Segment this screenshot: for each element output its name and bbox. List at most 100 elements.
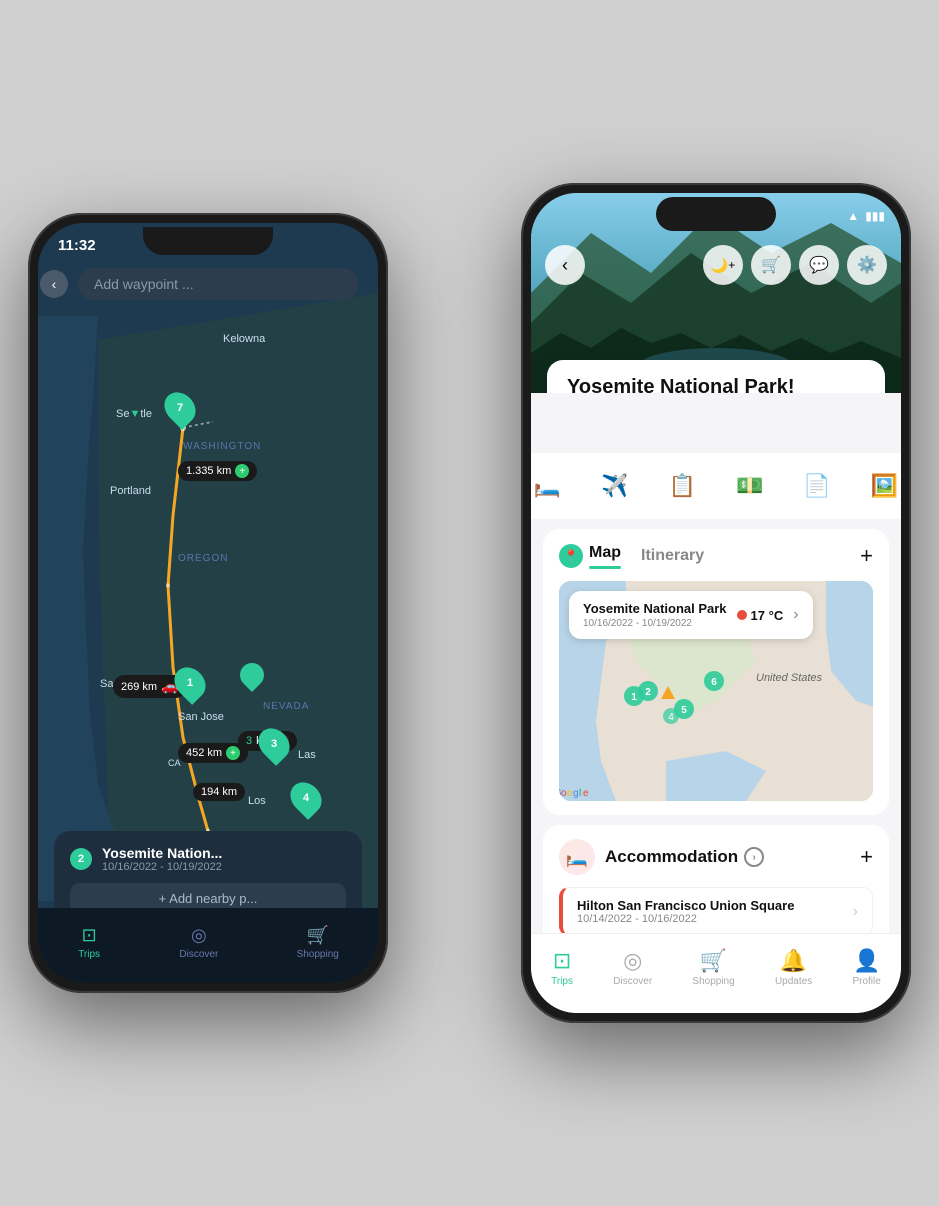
state-oregon: OREGON	[178, 553, 228, 564]
svg-text:5: 5	[681, 705, 687, 716]
settings-button[interactable]: ⚙️	[847, 245, 887, 285]
map-tabs-section: 📍 Map Itinerary +	[543, 529, 889, 815]
shopping-icon: 🛒	[306, 923, 330, 947]
left-phone-screen: 11:32 ‹ Add waypoint ...	[38, 223, 378, 983]
top-bar-buttons: ‹ 🌙+ 🛒 💬	[531, 245, 901, 285]
map-tab-label: Map	[589, 544, 621, 562]
city-los: Los	[248, 795, 266, 807]
svg-text:United States: United States	[756, 672, 823, 684]
nav-shopping[interactable]: 🛒 Shopping	[297, 923, 339, 960]
status-icons: ▲ ▮▮▮	[847, 209, 885, 223]
search-placeholder: Add waypoint ...	[94, 276, 194, 292]
accommodation-title: Accommodation ›	[605, 847, 764, 867]
bell-icon: 🔔	[780, 948, 807, 974]
cat-itinerary[interactable]: 📋	[669, 465, 696, 507]
nav-shopping-right[interactable]: 🛒 Shopping	[692, 948, 734, 987]
nav-profile-right[interactable]: 👤 Profile	[852, 948, 880, 987]
updates-label-right: Updates	[775, 976, 812, 987]
itinerary-tab-button[interactable]: Itinerary	[641, 547, 704, 565]
popup-content: Yosemite National Park 10/16/2022 - 10/1…	[583, 601, 727, 629]
bed-icon: 🛏️	[566, 847, 588, 868]
trips-icon-right: ⊡	[553, 948, 571, 974]
left-time: 11:32	[58, 237, 96, 254]
nav-trips[interactable]: ⊡ Trips	[77, 923, 101, 960]
tabs-row: 📍 Map Itinerary +	[559, 543, 873, 569]
map-tab-button[interactable]: 📍 Map	[559, 544, 621, 569]
battery-icon: ▮▮▮	[865, 209, 885, 223]
right-phone: 11:29 ▲ ▮▮▮ ‹ 🌙+	[521, 183, 911, 1023]
card-date: 10/16/2022 - 10/19/2022	[102, 861, 222, 873]
cart-icon: 🛒	[761, 255, 781, 275]
cat-budget[interactable]: 💵	[736, 465, 763, 507]
popup-arrow: ›	[793, 606, 798, 624]
content-area[interactable]: 🛏️ ✈️ 📋 💵 📄 🖼️	[531, 398, 901, 933]
cat-accommodation[interactable]: 🛏️	[534, 465, 561, 507]
temp-dot	[737, 610, 747, 620]
dist-badge-3: 452 km+	[178, 743, 248, 763]
left-phone: 11:32 ‹ Add waypoint ...	[28, 213, 388, 993]
profile-icon: 👤	[853, 948, 880, 974]
accommodation-header: 🛏️ Accommodation › +	[559, 839, 873, 875]
moon-icon: 🌙	[711, 257, 728, 274]
map-card-header: 2 Yosemite Nation... 10/16/2022 - 10/19/…	[70, 845, 346, 873]
accommodation-item-1[interactable]: Hilton San Francisco Union Square 10/14/…	[559, 887, 873, 933]
wifi-icon: ▲	[847, 209, 859, 223]
trip-screen: 11:29 ▲ ▮▮▮ ‹ 🌙+	[531, 193, 901, 1013]
svg-text:4: 4	[668, 712, 674, 723]
map-pin-icon: 📍	[559, 544, 583, 568]
nav-discover-right[interactable]: ◎ Discover	[613, 948, 652, 987]
city-sanjose: San Jose	[178, 711, 224, 723]
theme-button[interactable]: 🌙+	[703, 245, 743, 285]
svg-text:g: g	[573, 788, 579, 799]
state-ca: CA	[168, 758, 181, 768]
trip-title: Yosemite National Park!	[567, 376, 865, 393]
waypoint-1: 1	[176, 666, 204, 700]
card-num: 2	[70, 848, 92, 870]
accommodation-add-button[interactable]: +	[860, 844, 873, 870]
svg-text:e: e	[583, 788, 589, 799]
plus-icon-small: +	[728, 258, 735, 272]
dist-badge-4: 194 km	[193, 783, 245, 801]
cart-button[interactable]: 🛒	[751, 245, 791, 285]
discover-label: Discover	[179, 949, 218, 960]
dist-badge-1: 1.335 km+	[178, 461, 257, 481]
discover-icon-right: ◎	[623, 948, 642, 974]
nav-updates-right[interactable]: 🔔 Updates	[775, 948, 812, 987]
shopping-icon-right: 🛒	[700, 948, 727, 974]
city-seattle: Se▼tle	[116, 408, 152, 420]
item-1-content: Hilton San Francisco Union Square 10/14/…	[577, 898, 794, 925]
map-thumbnail[interactable]: 1 2 5 4 6	[559, 581, 873, 801]
trips-icon: ⊡	[77, 923, 101, 947]
profile-label-right: Profile	[852, 976, 880, 987]
discover-icon: ◎	[187, 923, 211, 947]
add-tab-button[interactable]: +	[860, 543, 873, 569]
cat-flights[interactable]: ✈️	[601, 465, 628, 507]
svg-text:l: l	[579, 788, 581, 799]
gear-icon: ⚙️	[857, 255, 877, 275]
nav-discover[interactable]: ◎ Discover	[179, 923, 218, 960]
map-search-bar[interactable]: ‹ Add waypoint ...	[78, 268, 358, 300]
shopping-label-right: Shopping	[692, 976, 734, 987]
back-button-right[interactable]: ‹	[545, 245, 585, 285]
item-1-date: 10/14/2022 - 10/16/2022	[577, 913, 794, 925]
chat-button[interactable]: 💬	[799, 245, 839, 285]
map-screen: 11:32 ‹ Add waypoint ...	[38, 223, 378, 983]
cat-photos[interactable]: 🖼️	[871, 465, 898, 507]
waypoint-4: 4	[292, 781, 320, 815]
back-button[interactable]: ‹	[40, 270, 68, 298]
category-tabs: 🛏️ ✈️ 📋 💵 📄 🖼️	[531, 453, 901, 519]
nav-trips-right[interactable]: ⊡ Trips	[551, 948, 573, 987]
section-arrow[interactable]: ›	[744, 847, 764, 867]
discover-label-right: Discover	[613, 976, 652, 987]
cat-documents[interactable]: 📄	[803, 465, 830, 507]
shopping-label: Shopping	[297, 949, 339, 960]
dynamic-island	[656, 197, 776, 231]
card-content: Yosemite Nation... 10/16/2022 - 10/19/20…	[102, 845, 222, 873]
popup-temp: 17 °C	[737, 608, 784, 623]
chat-icon: 💬	[809, 255, 829, 275]
waypoint-3: 3	[260, 727, 288, 761]
map-info-popup[interactable]: Yosemite National Park 10/16/2022 - 10/1…	[569, 591, 813, 639]
card-title: Yosemite Nation...	[102, 845, 222, 861]
tab-underline	[589, 566, 621, 569]
right-phone-screen: 11:29 ▲ ▮▮▮ ‹ 🌙+	[531, 193, 901, 1013]
